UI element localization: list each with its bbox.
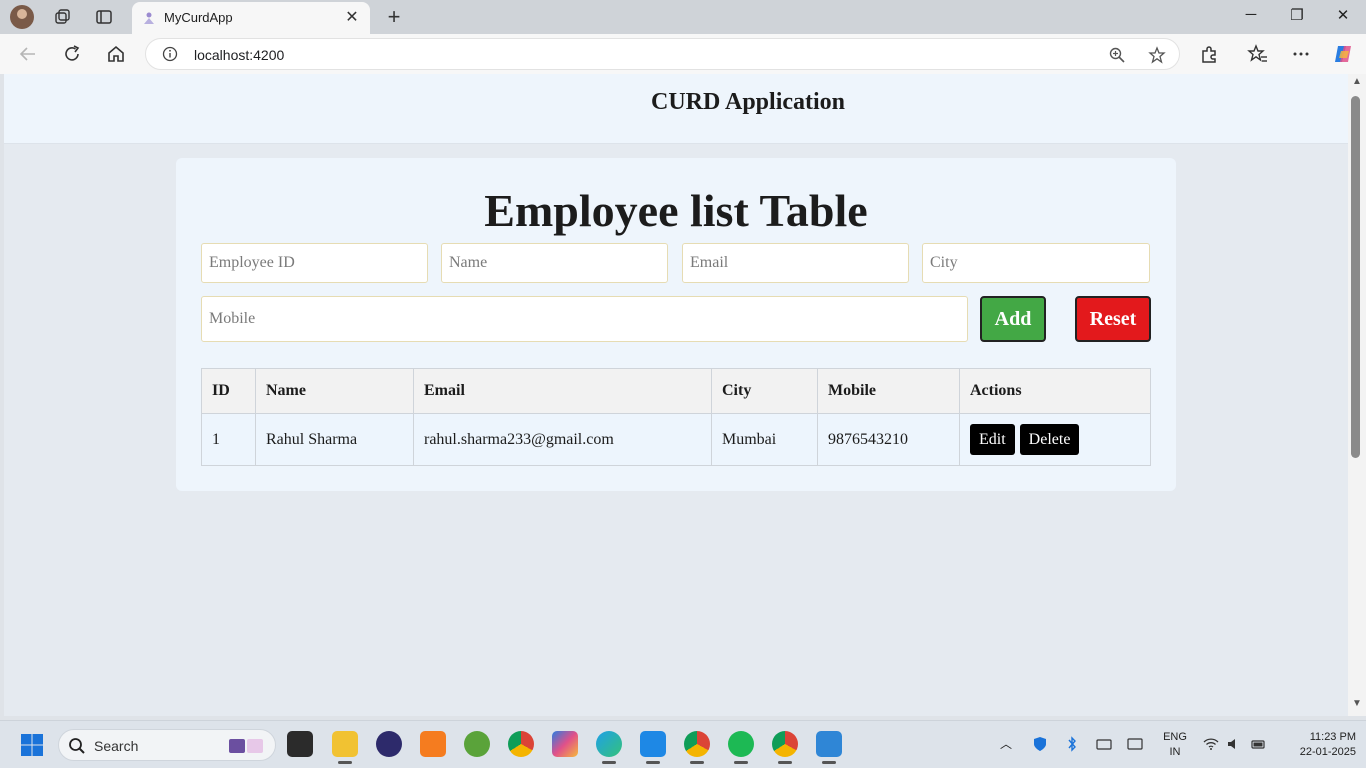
edge-icon[interactable] <box>596 731 622 764</box>
name-input[interactable] <box>441 243 668 283</box>
app-title: CURD Application <box>651 89 846 115</box>
city-input[interactable] <box>922 243 1150 283</box>
photos-icon[interactable] <box>816 731 842 764</box>
spotify-icon[interactable] <box>728 731 754 764</box>
scroll-thumb[interactable] <box>1351 96 1360 458</box>
chrome-alt-profile-icon[interactable] <box>772 731 798 764</box>
reset-button[interactable]: Reset <box>1075 296 1151 342</box>
card-title: Employee list Table <box>484 185 868 236</box>
page-viewport: CURD Application Employee list Table Add… <box>4 74 1348 716</box>
wifi-icon[interactable] <box>1203 736 1219 752</box>
security-icon[interactable] <box>1032 736 1048 752</box>
browser-toolbar: localhost:4200 <box>0 34 1366 74</box>
search-icon <box>69 738 85 754</box>
refresh-icon[interactable] <box>61 43 83 65</box>
url-text: localhost:4200 <box>194 47 285 63</box>
employee-id-input[interactable] <box>201 243 428 283</box>
zoom-icon[interactable] <box>1108 46 1126 64</box>
keyboard-icon[interactable] <box>1096 736 1112 752</box>
display-icon[interactable] <box>1127 736 1143 752</box>
spring-tool-icon[interactable] <box>464 731 490 757</box>
back-icon[interactable] <box>17 43 39 65</box>
app-header: CURD Application <box>4 74 1348 144</box>
minimize-icon[interactable]: ─ <box>1240 6 1262 28</box>
tray-overflow-icon[interactable]: ︿ <box>1000 735 1012 752</box>
tab-strip: MyCurdApp ✕ + ─ ❐ ✕ <box>0 0 1366 34</box>
header-mobile: Mobile <box>817 368 960 414</box>
clock-time: 11:23 PM <box>1309 731 1356 743</box>
eclipse-icon[interactable] <box>376 731 402 757</box>
vscode-icon[interactable] <box>640 731 666 764</box>
search-highlight-icon <box>229 739 263 753</box>
extensions-icon[interactable] <box>1198 43 1220 65</box>
add-button[interactable]: Add <box>980 296 1046 342</box>
copilot-app-icon[interactable] <box>552 731 578 757</box>
restore-icon[interactable]: ❐ <box>1286 6 1308 28</box>
file-explorer-icon[interactable] <box>332 731 358 764</box>
header-id: ID <box>201 368 256 414</box>
more-icon[interactable] <box>1290 43 1312 65</box>
battery-icon[interactable] <box>1251 736 1267 752</box>
address-bar[interactable]: localhost:4200 <box>145 38 1180 70</box>
cell-name: Rahul Sharma <box>255 413 414 466</box>
header-email: Email <box>413 368 712 414</box>
workspaces-icon[interactable] <box>53 8 71 26</box>
delete-button[interactable]: Delete <box>1019 424 1080 455</box>
search-label: Search <box>94 738 139 754</box>
scroll-down-icon[interactable]: ▼ <box>1352 699 1362 709</box>
window-close-icon[interactable]: ✕ <box>1332 6 1354 28</box>
tab-mycurdapp[interactable]: MyCurdApp ✕ <box>132 2 370 34</box>
taskbar-search[interactable]: Search <box>58 729 276 761</box>
xampp-icon[interactable] <box>420 731 446 757</box>
close-tab-icon[interactable]: ✕ <box>342 7 362 27</box>
bluetooth-icon[interactable] <box>1064 736 1080 752</box>
chrome-profile-icon[interactable] <box>684 731 710 764</box>
cell-city: Mumbai <box>711 413 818 466</box>
cell-email: rahul.sharma233@gmail.com <box>413 413 712 466</box>
star-icon[interactable] <box>1148 46 1166 64</box>
cell-actions: Edit Delete <box>959 413 1151 466</box>
email-input[interactable] <box>682 243 909 283</box>
clock[interactable]: 11:23 PM 22-01-2025 <box>1276 730 1356 760</box>
windows-start-icon[interactable] <box>20 733 44 757</box>
clock-date: 22-01-2025 <box>1299 746 1356 758</box>
app-favicon-icon <box>144 12 154 24</box>
chrome-icon[interactable] <box>508 731 534 757</box>
cell-id: 1 <box>201 413 256 466</box>
taskbar: Search ︿ ENG IN 11:23 PM 22-01-2025 <box>0 720 1366 768</box>
home-icon[interactable] <box>105 43 127 65</box>
language-code: ENG <box>1163 731 1187 743</box>
info-icon[interactable] <box>162 46 178 62</box>
scroll-up-icon[interactable]: ▲ <box>1352 77 1362 87</box>
task-view-icon[interactable] <box>287 731 313 757</box>
favorites-icon[interactable] <box>1247 43 1269 65</box>
new-tab-button[interactable]: + <box>382 4 406 30</box>
employee-table: ID Name Email City Mobile Actions 1 Rahu… <box>201 368 1151 466</box>
region-code: IN <box>1169 746 1181 758</box>
header-name: Name <box>255 368 414 414</box>
profile-avatar[interactable] <box>10 5 34 29</box>
header-city: City <box>711 368 818 414</box>
page-scrollbar[interactable]: ▲ ▼ <box>1348 74 1366 716</box>
edit-button[interactable]: Edit <box>970 424 1015 455</box>
mobile-input[interactable] <box>201 296 968 342</box>
table-header-row: ID Name Email City Mobile Actions <box>201 368 1151 414</box>
tab-title: MyCurdApp <box>164 10 233 25</box>
header-actions: Actions <box>959 368 1151 414</box>
volume-icon[interactable] <box>1226 736 1242 752</box>
copilot-icon[interactable] <box>1332 43 1354 65</box>
cell-mobile: 9876543210 <box>817 413 960 466</box>
tab-actions-icon[interactable] <box>95 8 113 26</box>
table-row: 1 Rahul Sharma rahul.sharma233@gmail.com… <box>201 413 1151 466</box>
employee-card: Employee list Table Add Reset ID Name Em… <box>176 158 1176 491</box>
language-indicator[interactable]: ENG IN <box>1160 730 1190 760</box>
